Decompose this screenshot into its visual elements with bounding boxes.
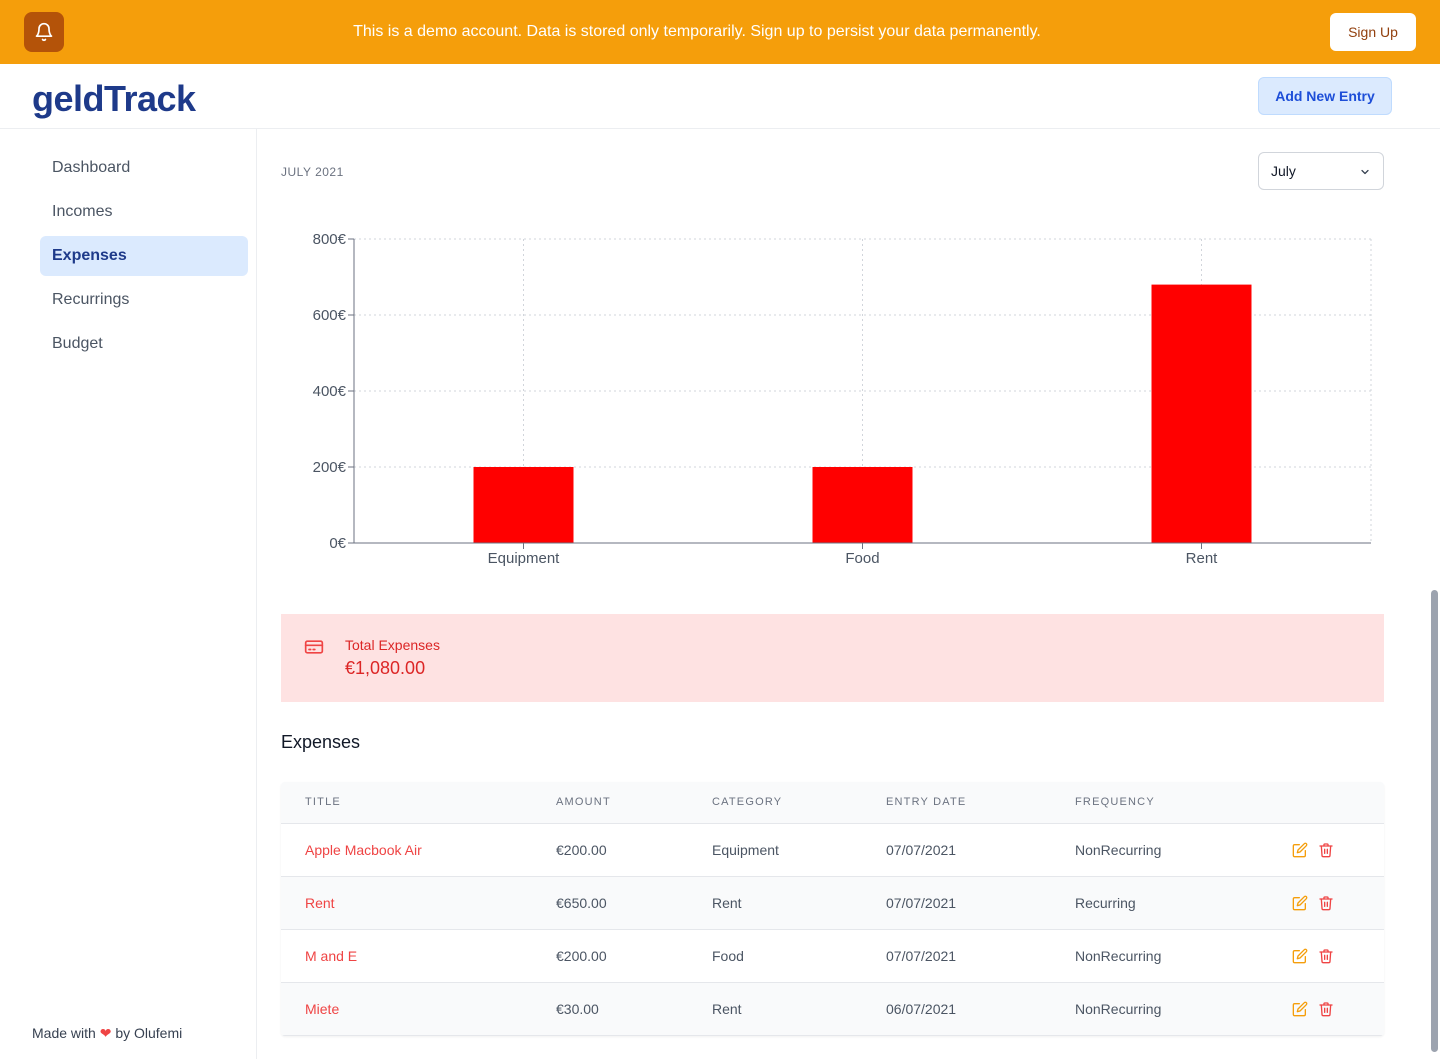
x-tick-label: Rent xyxy=(1186,550,1219,567)
expense-date: 07/07/2021 xyxy=(886,894,957,911)
expense-frequency: Recurring xyxy=(1075,894,1136,911)
expense-frequency: NonRecurring xyxy=(1075,947,1162,964)
x-tick-label: Food xyxy=(845,550,879,567)
bar xyxy=(812,467,913,543)
table-row: M and E €200.00 Food 07/07/2021 NonRecur… xyxy=(281,929,1384,982)
app-logo[interactable]: geldTrack xyxy=(32,78,196,120)
total-expenses-value: €1,080.00 xyxy=(345,658,426,678)
row-actions xyxy=(1261,876,1384,929)
row-actions xyxy=(1261,982,1384,1035)
trash-icon[interactable] xyxy=(1318,842,1334,858)
table-header-row: TITLE AMOUNT CATEGORY ENTRY DATE FREQUEN… xyxy=(281,782,1384,824)
expense-title[interactable]: Rent xyxy=(281,876,532,929)
heart-icon: ❤ xyxy=(99,1025,112,1041)
expense-amount: €650.00 xyxy=(556,894,607,911)
table-row: Miete €30.00 Rent 06/07/2021 NonRecurrin… xyxy=(281,982,1384,1035)
app-header: geldTrack Add New Entry xyxy=(0,64,1440,129)
expenses-bar-chart: 0€ 200€ 400€ 600€ 800€ Equipment Food Rent xyxy=(313,231,1372,567)
expense-title[interactable]: Apple Macbook Air xyxy=(281,823,532,876)
expense-date: 07/07/2021 xyxy=(886,947,957,964)
sidebar-item-recurrings[interactable]: Recurrings xyxy=(40,280,248,320)
sidebar-item-budget[interactable]: Budget xyxy=(40,324,248,364)
expenses-table: TITLE AMOUNT CATEGORY ENTRY DATE FREQUEN… xyxy=(281,782,1384,1036)
column-header-category: CATEGORY xyxy=(688,782,862,824)
column-header-actions xyxy=(1261,782,1384,824)
trash-icon[interactable] xyxy=(1318,895,1334,911)
total-expenses-label: Total Expenses xyxy=(345,637,440,653)
expense-frequency: NonRecurring xyxy=(1075,1000,1162,1017)
y-tick-label: 800€ xyxy=(313,231,347,248)
edit-icon[interactable] xyxy=(1292,895,1308,911)
expense-title[interactable]: Miete xyxy=(281,982,532,1035)
column-header-entry-date: ENTRY DATE xyxy=(862,782,1051,824)
sidebar: Dashboard Incomes Expenses Recurrings Bu… xyxy=(0,129,257,1059)
expense-amount: €200.00 xyxy=(556,841,607,858)
expense-category: Food xyxy=(712,947,744,964)
y-tick-label: 400€ xyxy=(313,383,347,400)
y-tick-label: 600€ xyxy=(313,307,347,324)
expense-category: Equipment xyxy=(712,841,779,858)
edit-icon[interactable] xyxy=(1292,948,1308,964)
column-header-title: TITLE xyxy=(281,782,532,824)
row-actions xyxy=(1261,823,1384,876)
expense-category: Rent xyxy=(712,894,742,911)
trash-icon[interactable] xyxy=(1318,1001,1334,1017)
page-scrollbar[interactable] xyxy=(1431,590,1438,1052)
bar xyxy=(473,467,574,543)
add-new-entry-button[interactable]: Add New Entry xyxy=(1258,77,1392,115)
y-tick-label: 0€ xyxy=(329,535,346,552)
edit-icon[interactable] xyxy=(1292,842,1308,858)
x-tick-label: Equipment xyxy=(488,550,561,567)
month-select-value: July xyxy=(1271,163,1296,179)
expense-frequency: NonRecurring xyxy=(1075,841,1162,858)
column-header-amount: AMOUNT xyxy=(532,782,688,824)
expense-amount: €30.00 xyxy=(556,1000,599,1017)
total-expenses-card: Total Expenses €1,080.00 xyxy=(281,614,1384,702)
footer-prefix: Made with xyxy=(32,1025,96,1041)
table-row: Apple Macbook Air €200.00 Equipment 07/0… xyxy=(281,823,1384,876)
demo-banner: This is a demo account. Data is stored o… xyxy=(0,0,1440,64)
sidebar-item-incomes[interactable]: Incomes xyxy=(40,192,248,232)
footer-credit: Made with ❤ by Olufemi xyxy=(32,1025,182,1042)
expense-title[interactable]: M and E xyxy=(281,929,532,982)
column-header-frequency: FREQUENCY xyxy=(1051,782,1261,824)
period-label: JULY 2021 xyxy=(281,165,344,179)
month-select[interactable]: July xyxy=(1258,152,1384,190)
edit-icon[interactable] xyxy=(1292,1001,1308,1017)
trash-icon[interactable] xyxy=(1318,948,1334,964)
sidebar-item-expenses[interactable]: Expenses xyxy=(40,236,248,276)
row-actions xyxy=(1261,929,1384,982)
expense-date: 06/07/2021 xyxy=(886,1000,957,1017)
expense-amount: €200.00 xyxy=(556,947,607,964)
sidebar-item-dashboard[interactable]: Dashboard xyxy=(40,148,248,188)
credit-card-icon xyxy=(304,640,324,654)
y-tick-label: 200€ xyxy=(313,459,347,476)
bar xyxy=(1151,284,1252,543)
banner-message: This is a demo account. Data is stored o… xyxy=(353,23,1041,40)
footer-suffix: by Olufemi xyxy=(115,1025,183,1041)
chevron-down-icon xyxy=(1361,169,1369,175)
expense-category: Rent xyxy=(712,1000,742,1017)
sign-up-button[interactable]: Sign Up xyxy=(1330,13,1416,51)
expense-date: 07/07/2021 xyxy=(886,841,957,858)
expenses-section-title: Expenses xyxy=(281,732,361,752)
table-row: Rent €650.00 Rent 07/07/2021 Recurring xyxy=(281,876,1384,929)
